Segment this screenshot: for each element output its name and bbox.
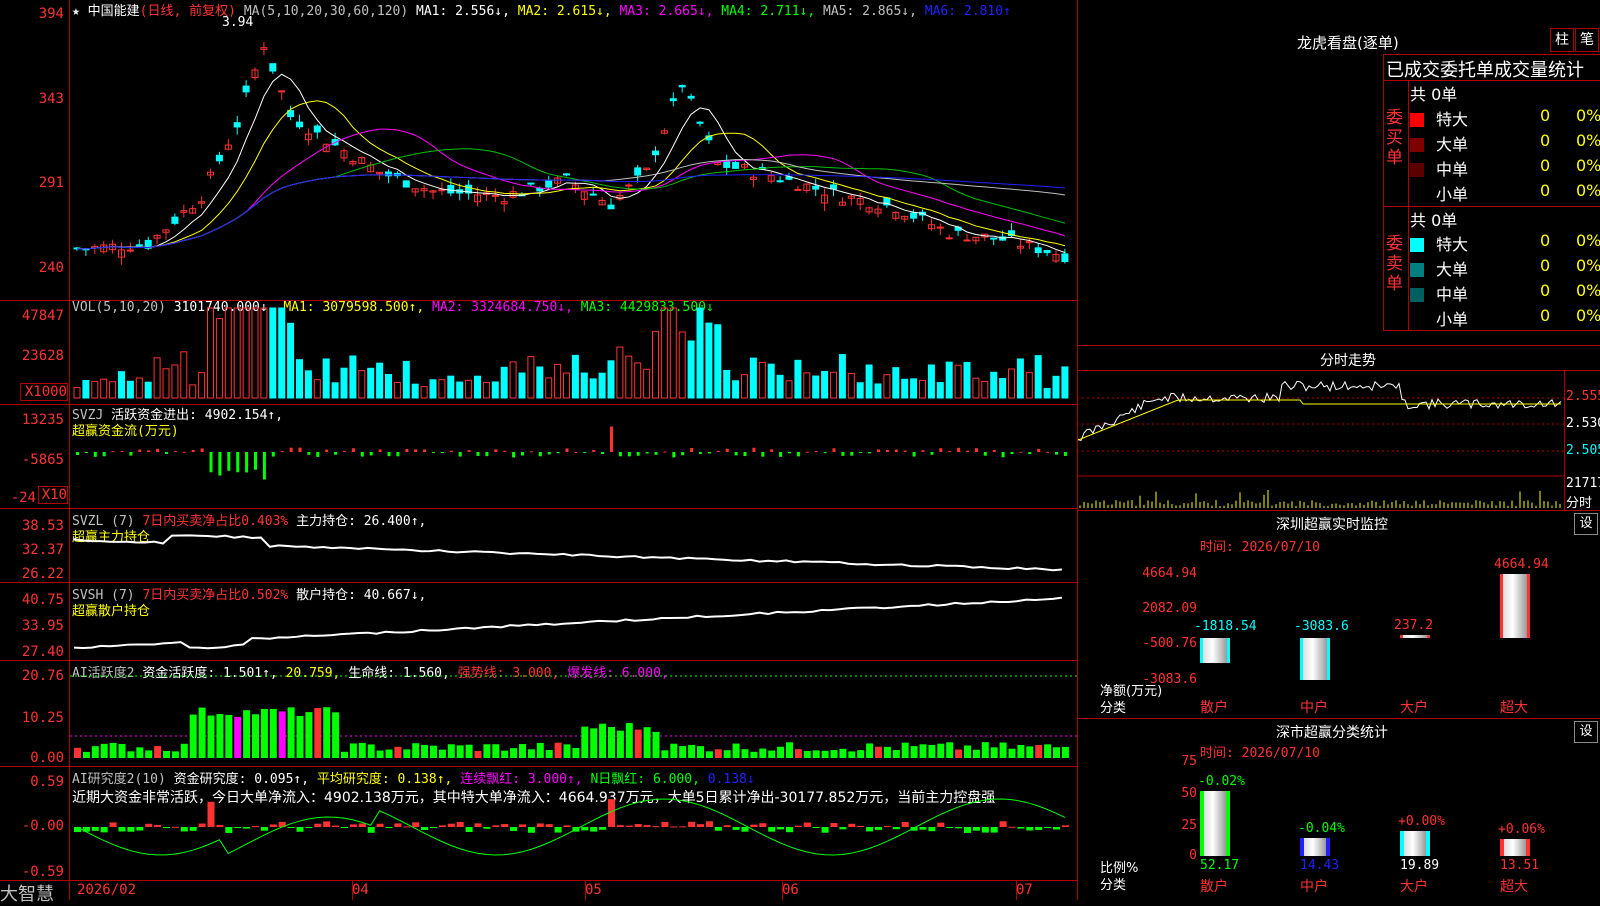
stats-category-label: 分类 — [1100, 878, 1127, 893]
monitor-category: 大户 — [1400, 700, 1428, 716]
stats-bar-value: 52.17 — [1200, 858, 1240, 873]
intraday-chart — [1077, 380, 1564, 508]
stats-bar — [1300, 837, 1330, 856]
monitor-category: 超大 — [1500, 700, 1528, 716]
monitor-title: 深圳超赢实时监控 — [1276, 517, 1388, 533]
stats-tick: 25 — [1181, 818, 1197, 833]
stats-tick: 50 — [1181, 786, 1197, 801]
stats-bar-change: +0.06% — [1498, 822, 1545, 838]
monitor-bar — [1300, 637, 1330, 680]
stats-time: 时间: 2026/07/10 — [1200, 746, 1320, 761]
stats-bar-value: 14.43 — [1300, 858, 1340, 873]
monitor-tick: -3083.6 — [1142, 672, 1197, 687]
stats-bar-change: +0.00% — [1398, 814, 1445, 830]
monitor-bar-value: 237.2 — [1394, 617, 1434, 633]
monitor-category: 散户 — [1200, 700, 1228, 716]
monitor-category: 中户 — [1300, 700, 1328, 716]
monitor-bar-value: -3083.6 — [1294, 618, 1349, 634]
monitor-tick: 4664.94 — [1142, 566, 1197, 581]
stats-category: 超大 — [1500, 879, 1528, 895]
intraday-avg-line — [1077, 399, 1561, 441]
stats-settings-button[interactable]: 设 — [1574, 721, 1598, 743]
monitor-settings-button[interactable]: 设 — [1574, 513, 1598, 535]
stats-bar — [1500, 839, 1530, 856]
stats-category: 大户 — [1400, 879, 1428, 895]
stats-bar-change: -0.02% — [1198, 773, 1245, 789]
stats-title: 深市超赢分类统计 — [1276, 725, 1388, 741]
stats-tick: 75 — [1181, 754, 1197, 769]
monitor-category-label: 分类 — [1100, 701, 1127, 716]
monitor-bar — [1200, 637, 1230, 663]
monitor-time: 时间: 2026/07/10 — [1200, 540, 1320, 555]
panel-divider — [1077, 510, 1600, 511]
stats-bar — [1200, 790, 1230, 856]
stats-bar-value: 19.89 — [1400, 858, 1440, 873]
stats-bar-change: -0.04% — [1298, 820, 1345, 836]
stats-tick: 0 — [1189, 848, 1197, 863]
stats-bar — [1400, 831, 1430, 856]
monitor-bar — [1400, 634, 1430, 638]
monitor-tick: 2082.09 — [1142, 601, 1197, 616]
monitor-bar-value: -1818.54 — [1194, 618, 1257, 634]
stats-category: 中户 — [1300, 879, 1328, 895]
monitor-bar-value: 4664.94 — [1494, 557, 1549, 572]
stats-category: 散户 — [1200, 879, 1228, 895]
stats-bar-value: 13.51 — [1500, 858, 1540, 873]
monitor-bar — [1500, 574, 1530, 638]
panel-divider — [1077, 718, 1600, 719]
monitor-tick: -500.76 — [1142, 636, 1197, 651]
